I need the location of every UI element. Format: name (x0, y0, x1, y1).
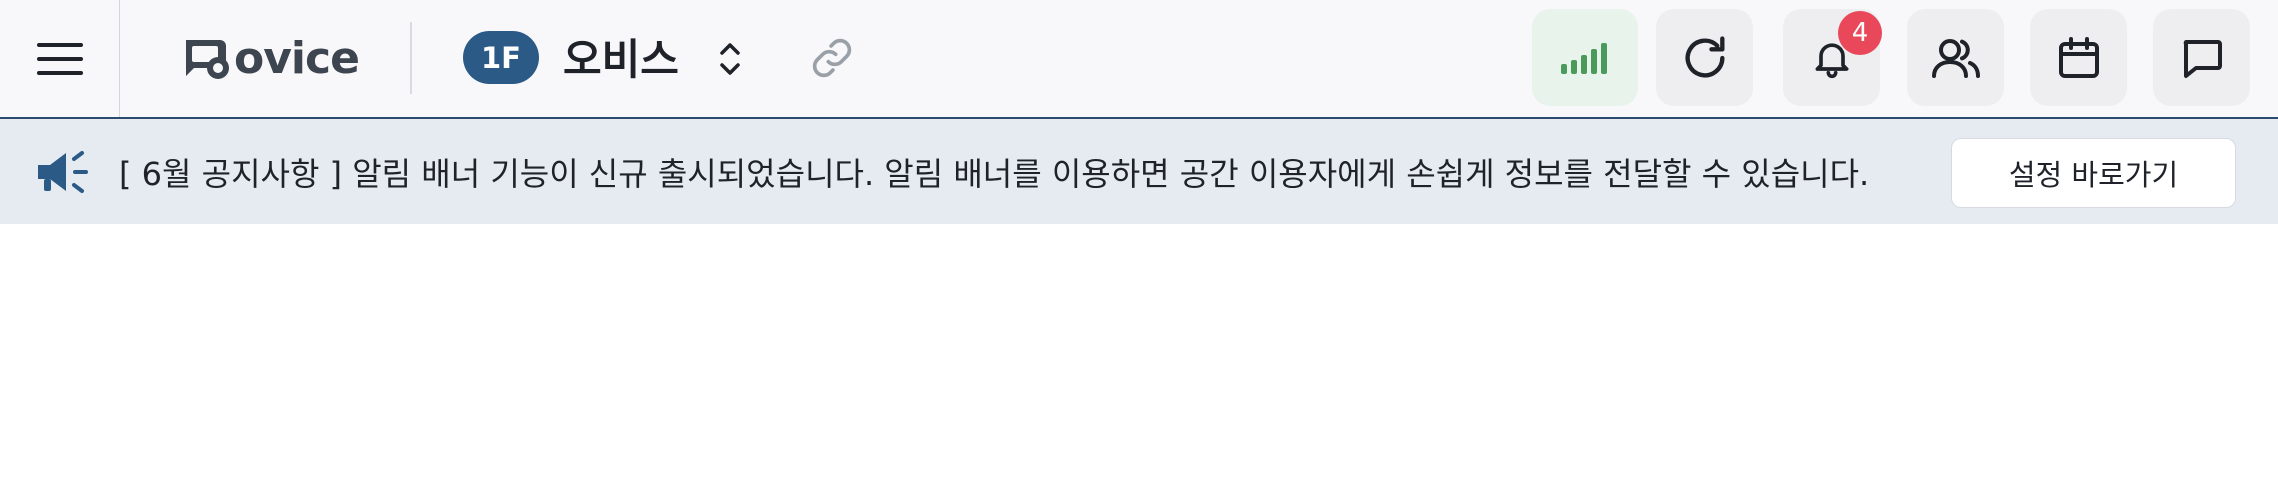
signal-strength-icon (1561, 42, 1607, 74)
space-name[interactable]: 오비스 (563, 28, 679, 84)
reload-button[interactable] (1656, 9, 1753, 106)
megaphone-icon (38, 151, 88, 193)
main-content-area (0, 224, 2278, 498)
top-bar: ovice 1F 오비스 4 (0, 0, 2278, 119)
calendar-icon (2058, 36, 2099, 78)
members-icon (1931, 38, 1980, 78)
notification-count-badge: 4 (1838, 11, 1882, 55)
copy-link-button[interactable] (808, 34, 856, 82)
announcement-message: [ 6월 공지사항 ] 알림 배너 기능이 신규 출시되었습니다. 알림 배너를… (119, 155, 1870, 193)
chat-button[interactable] (2153, 9, 2250, 106)
settings-shortcut-button[interactable]: 설정 바로가기 (1951, 138, 2236, 208)
header-divider (410, 22, 412, 94)
ovice-logo[interactable]: ovice (180, 28, 360, 88)
menu-button[interactable] (0, 0, 120, 117)
floor-badge[interactable]: 1F (463, 31, 539, 84)
notifications-button[interactable]: 4 (1783, 9, 1882, 106)
chevron-up-down-icon (720, 43, 740, 75)
hamburger-menu-icon (36, 42, 83, 75)
members-button[interactable] (1907, 9, 2004, 106)
reload-icon (1685, 35, 1724, 77)
connection-status-button[interactable] (1532, 9, 1638, 106)
announcement-banner: [ 6월 공지사항 ] 알림 배너 기능이 신규 출시되었습니다. 알림 배너를… (0, 119, 2278, 224)
logo-text: ovice (234, 32, 360, 84)
calendar-button[interactable] (2030, 9, 2127, 106)
space-switch-button[interactable] (712, 36, 748, 82)
link-icon (812, 38, 852, 78)
logo-mark-icon (186, 40, 229, 79)
chat-icon (2183, 39, 2222, 78)
